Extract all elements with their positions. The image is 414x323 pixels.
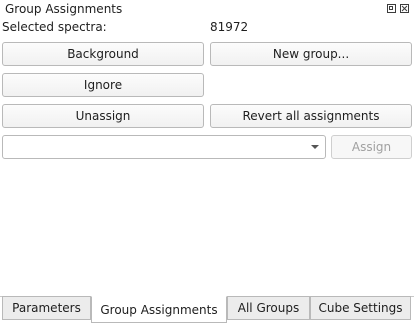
close-icon[interactable] (400, 4, 409, 13)
selected-spectra-count: 81972 (210, 20, 249, 34)
group-assignments-panel: Group Assignments Selected spectra: 8197… (0, 0, 414, 323)
selected-spectra-label: Selected spectra: (2, 20, 107, 34)
float-window-icon[interactable] (387, 4, 396, 13)
group-select[interactable] (2, 135, 326, 159)
panel-title: Group Assignments (5, 2, 123, 16)
tab-parameters[interactable]: Parameters (2, 296, 91, 320)
tab-cube-settings[interactable]: Cube Settings (310, 296, 411, 320)
chevron-down-icon (311, 145, 319, 149)
unassign-button[interactable]: Unassign (2, 104, 204, 128)
tab-all-groups[interactable]: All Groups (227, 296, 310, 320)
ignore-button[interactable]: Ignore (2, 73, 204, 97)
panel-title-bar: Group Assignments (0, 0, 414, 18)
assign-button[interactable]: Assign (331, 135, 412, 159)
new-group-button[interactable]: New group... (210, 42, 412, 66)
background-button[interactable]: Background (2, 42, 204, 66)
tab-group-assignments[interactable]: Group Assignments (91, 296, 227, 323)
revert-all-assignments-button[interactable]: Revert all assignments (210, 104, 412, 128)
